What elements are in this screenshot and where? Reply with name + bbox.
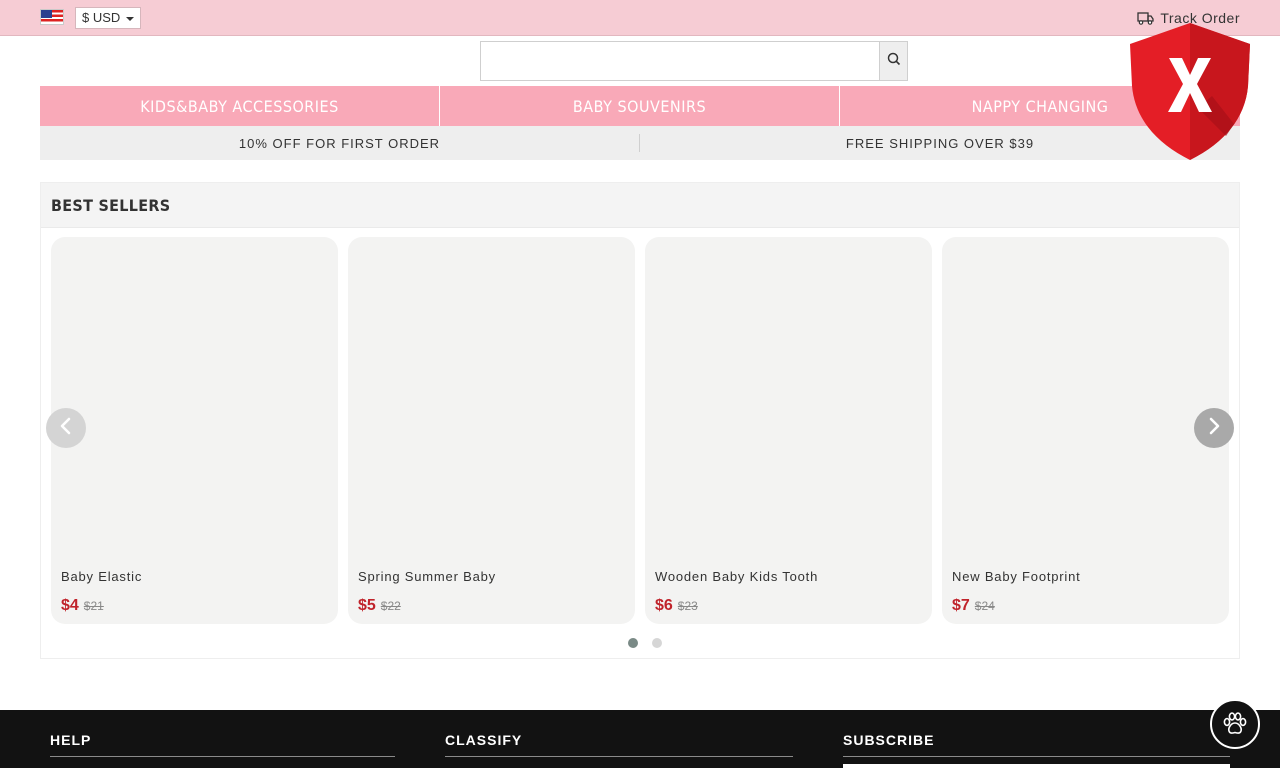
search-button[interactable]: [879, 41, 908, 81]
product-name: Spring Summer Baby: [358, 569, 496, 584]
search-icon: [887, 52, 901, 71]
nav-item-kids-baby-accessories[interactable]: KIDS&BABY ACCESSORIES: [40, 86, 440, 126]
product-price: $5 $22: [358, 597, 401, 615]
original-price: $21: [83, 599, 104, 613]
current-price: $6: [655, 597, 673, 614]
footer-subscribe-title: SUBSCRIBE: [843, 732, 1230, 757]
footer-classify-title: CLASSIFY: [445, 732, 793, 757]
product-price: $6 $23: [655, 597, 698, 615]
pagination-dot[interactable]: [628, 638, 638, 648]
subscribe-input[interactable]: [843, 764, 1230, 768]
nav-item-baby-souvenirs[interactable]: BABY SOUVENIRS: [440, 86, 840, 126]
section-title: BEST SELLERS: [41, 183, 1239, 228]
current-price: $7: [952, 597, 970, 614]
footer-help-title: HELP: [50, 732, 395, 757]
chevron-left-icon: [59, 417, 73, 440]
carousel-next-button[interactable]: [1194, 408, 1234, 448]
caret-down-icon: [126, 17, 134, 21]
product-price: $4 $21: [61, 597, 104, 615]
product-card[interactable]: Wooden Baby Kids Tooth $6 $23: [645, 237, 932, 624]
product-name: Wooden Baby Kids Tooth: [655, 569, 819, 584]
product-name: New Baby Footprint: [952, 569, 1081, 584]
best-sellers-section: BEST SELLERS Baby Elastic $4 $21 Spring …: [40, 182, 1240, 659]
currency-label: $ USD: [82, 10, 121, 25]
search-input[interactable]: [480, 41, 880, 81]
original-price: $23: [677, 599, 698, 613]
current-price: $5: [358, 597, 376, 614]
product-price: $7 $24: [952, 597, 995, 615]
pagination-dot[interactable]: [652, 638, 662, 648]
footer: HELP CLASSIFY SUBSCRIBE: [0, 710, 1280, 768]
search-bar: [480, 41, 908, 81]
us-flag-icon[interactable]: [40, 9, 64, 25]
product-card[interactable]: New Baby Footprint $7 $24: [942, 237, 1229, 624]
original-price: $24: [974, 599, 995, 613]
carousel-prev-button[interactable]: [46, 408, 86, 448]
product-card[interactable]: Baby Elastic $4 $21: [51, 237, 338, 624]
product-name: Baby Elastic: [61, 569, 143, 584]
shield-x-icon[interactable]: [1126, 20, 1254, 162]
carousel-pagination: [628, 638, 662, 648]
top-bar: $ USD Track Order: [0, 0, 1280, 36]
original-price: $22: [380, 599, 401, 613]
currency-select[interactable]: $ USD: [75, 7, 141, 29]
chevron-right-icon: [1207, 417, 1221, 440]
category-nav: KIDS&BABY ACCESSORIES BABY SOUVENIRS NAP…: [40, 86, 1240, 126]
promo-strip: 10% OFF FOR FIRST ORDER FREE SHIPPING OV…: [40, 126, 1240, 160]
paw-icon[interactable]: [1210, 699, 1260, 749]
promo-first-order: 10% OFF FOR FIRST ORDER: [40, 134, 640, 152]
product-card[interactable]: Spring Summer Baby $5 $22: [348, 237, 635, 624]
current-price: $4: [61, 597, 79, 614]
